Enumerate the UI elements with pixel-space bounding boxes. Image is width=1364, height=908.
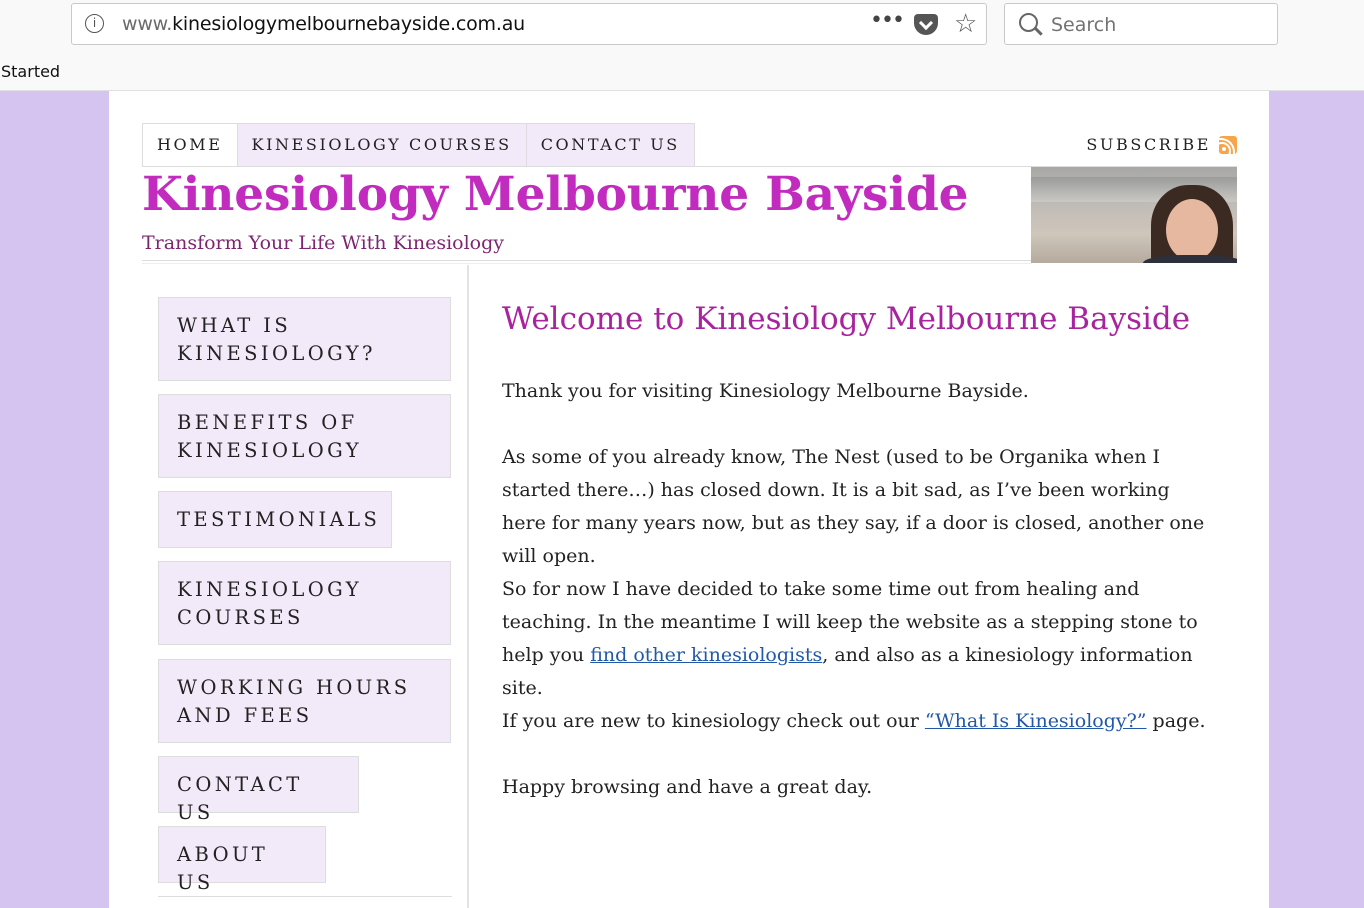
- browser-toolbar: i www.kinesiologymelbournebayside.com.au…: [0, 0, 1364, 91]
- paragraph-new-text: If you are new to kinesiology check out …: [502, 710, 925, 732]
- url-domain: kinesiologymelbournebayside.com.au: [172, 13, 525, 35]
- subscribe-label: SUBSCRIBE: [1086, 135, 1211, 154]
- page-title: Welcome to Kinesiology Melbourne Bayside: [502, 301, 1191, 337]
- sidebar-item-testimonials[interactable]: TESTIMONIALS: [158, 491, 392, 548]
- sidebar-item-benefits-of-kinesiology[interactable]: BENEFITS OF KINESIOLOGY: [158, 394, 451, 478]
- site-title[interactable]: Kinesiology Melbourne Bayside: [142, 167, 969, 222]
- column-divider: [467, 265, 469, 908]
- url-prefix: www.: [122, 13, 173, 35]
- nav-tab-kinesiology-courses[interactable]: KINESIOLOGY COURSES: [236, 123, 527, 166]
- header-photo: [1031, 167, 1237, 263]
- sidebar-item-contact-us[interactable]: CONTACT US: [158, 756, 359, 824]
- paragraph-time-out: So for now I have decided to take some t…: [502, 573, 1208, 705]
- url-text[interactable]: www.kinesiologymelbournebayside.com.au: [122, 13, 525, 35]
- info-icon[interactable]: i: [85, 14, 104, 33]
- find-other-kinesiologists-link[interactable]: find other kinesiologists: [590, 644, 822, 666]
- paragraph-closing: Happy browsing and have a great day.: [502, 776, 873, 798]
- what-is-kinesiology-link[interactable]: “What Is Kinesiology?”: [925, 710, 1147, 732]
- header-divider: [142, 260, 1032, 264]
- search-icon: [1019, 13, 1038, 32]
- site-tagline: Transform Your Life With Kinesiology: [142, 232, 504, 254]
- sidebar-item-working-hours-and-fees[interactable]: WORKING HOURS AND FEES: [158, 659, 451, 743]
- subscribe-link[interactable]: SUBSCRIBE: [1086, 135, 1237, 154]
- rss-icon[interactable]: [1219, 135, 1237, 154]
- search-input[interactable]: Search: [1004, 3, 1278, 45]
- sidebar-item-kinesiology-courses[interactable]: KINESIOLOGY COURSES: [158, 561, 451, 645]
- paragraph-new-to-kinesiology: If you are new to kinesiology check out …: [502, 705, 1208, 738]
- paragraph-intro: Thank you for visiting Kinesiology Melbo…: [502, 380, 1029, 402]
- paragraph-the-nest: As some of you already know, The Nest (u…: [502, 446, 1205, 567]
- site-wrapper: HOME KINESIOLOGY COURSES CONTACT US SUBS…: [109, 91, 1269, 908]
- paragraph-new-end: page.: [1146, 710, 1206, 732]
- sidebar-divider: [158, 896, 452, 897]
- sidebar-item-what-is-kinesiology[interactable]: WHAT IS KINESIOLOGY?: [158, 297, 451, 381]
- status-text: Started: [1, 62, 61, 81]
- nav-tab-home[interactable]: HOME: [142, 123, 238, 166]
- address-bar[interactable]: i www.kinesiologymelbournebayside.com.au…: [71, 3, 987, 45]
- sidebar-item-about-us[interactable]: ABOUT US: [158, 826, 326, 894]
- more-actions-icon[interactable]: •••: [870, 8, 905, 33]
- top-navigation: HOME KINESIOLOGY COURSES CONTACT US: [142, 123, 695, 166]
- search-placeholder: Search: [1051, 14, 1117, 36]
- main-content: Welcome to Kinesiology Melbourne Bayside…: [502, 291, 1212, 798]
- bookmark-star-icon[interactable]: ☆: [954, 9, 977, 39]
- nav-tab-contact-us[interactable]: CONTACT US: [525, 123, 695, 166]
- pocket-icon[interactable]: [914, 14, 938, 35]
